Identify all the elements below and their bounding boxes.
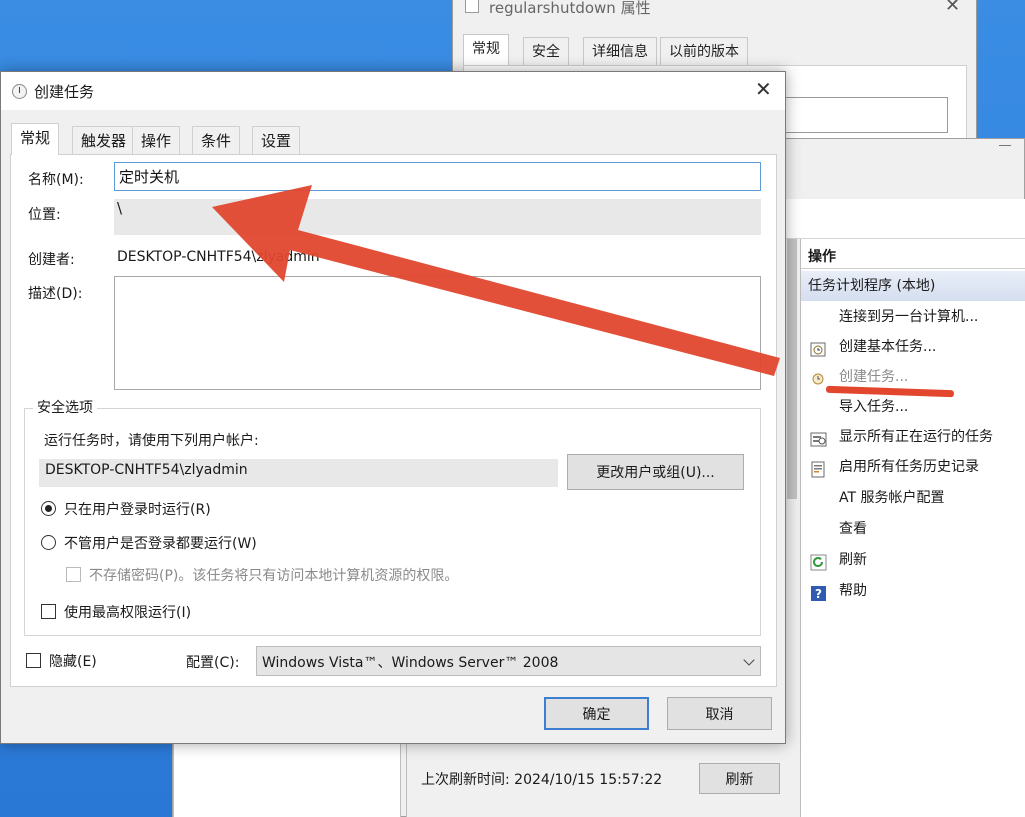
description-label: 描述(D): (28, 286, 83, 302)
action-label: 导入任务... (839, 399, 909, 415)
props-tab-security[interactable]: 安全 (523, 37, 569, 65)
dialog-title: 创建任务 (34, 83, 95, 101)
scheduler-tree-pane (173, 743, 401, 817)
action-label: 刷新 (839, 552, 867, 568)
location-label: 位置: (28, 207, 61, 223)
radio-logged-on[interactable] (41, 501, 56, 516)
action-label: 创建基本任务... (839, 339, 937, 355)
running-tasks-icon (810, 429, 827, 447)
action-label: 启用所有任务历史记录 (839, 459, 979, 475)
config-label: 配置(C): (186, 655, 240, 671)
action-label: 帮助 (839, 583, 867, 599)
actions-panel: 操作 任务计划程序 (本地) 连接到另一台计算机... 创建基本任务... 创建… (800, 239, 1025, 817)
create-task-dialog: 创建任务 ✕ 常规 触发器 操作 条件 设置 名称(M): 位置: \ 创建者:… (0, 71, 786, 744)
scrollbar[interactable] (784, 239, 800, 817)
props-tab-details[interactable]: 详细信息 (583, 37, 657, 65)
actions-header: 操作 (801, 245, 1025, 269)
security-options-legend: 安全选项 (33, 397, 97, 417)
basic-task-icon (810, 339, 827, 357)
action-enable-history[interactable]: 启用所有任务历史记录 (801, 452, 1025, 482)
chevron-down-icon (743, 654, 755, 666)
radio-whether-logged-on-label[interactable]: 不管用户是否登录都要运行(W) (64, 533, 257, 553)
help-icon: ? (810, 583, 827, 601)
location-field: \ (114, 199, 761, 235)
minimize-icon[interactable] (999, 145, 1011, 146)
scrollbar-thumb[interactable] (787, 239, 797, 499)
action-label: 显示所有正在运行的任务 (839, 429, 993, 445)
action-view[interactable]: 查看 (801, 514, 1025, 544)
description-input[interactable] (114, 276, 761, 390)
cancel-button[interactable]: 取消 (667, 697, 772, 730)
properties-field[interactable] (783, 97, 948, 133)
radio-whether-logged-on[interactable] (41, 535, 56, 550)
action-create-task[interactable]: 创建任务... (801, 362, 1025, 392)
action-label: AT 服务帐户配置 (839, 490, 945, 506)
name-label: 名称(M): (28, 172, 84, 188)
action-refresh[interactable]: 刷新 (801, 545, 1025, 575)
action-show-running[interactable]: 显示所有正在运行的任务 (801, 422, 1025, 452)
props-tab-previous-versions[interactable]: 以前的版本 (660, 37, 748, 65)
create-task-icon (810, 369, 827, 386)
hidden-label[interactable]: 隐藏(E) (49, 651, 97, 671)
file-icon (465, 0, 479, 13)
tab-general[interactable]: 常规 (11, 123, 60, 155)
dialog-titlebar (1, 72, 785, 110)
action-connect-computer[interactable]: 连接到另一台计算机... (801, 302, 1025, 332)
task-name-input[interactable] (114, 162, 761, 191)
svg-text:?: ? (815, 587, 822, 601)
action-label: 创建任务... (839, 369, 909, 385)
runas-user-field: DESKTOP-CNHTF54\zlyadmin (39, 459, 558, 487)
clock-icon (12, 84, 27, 99)
props-tab-general[interactable]: 常规 (463, 34, 509, 65)
action-create-basic-task[interactable]: 创建基本任务... (801, 332, 1025, 362)
close-icon[interactable]: ✕ (755, 77, 772, 101)
action-label: 连接到另一台计算机... (839, 309, 979, 325)
config-select[interactable]: Windows Vista™、Windows Server™ 2008 (256, 646, 761, 676)
tab-triggers[interactable]: 触发器 (72, 126, 136, 154)
tab-settings[interactable]: 设置 (252, 126, 301, 154)
history-icon (810, 459, 827, 478)
checkbox-no-store-password (66, 567, 81, 582)
refresh-icon (810, 552, 827, 571)
checkbox-highest-privileges[interactable] (41, 604, 56, 619)
actions-group-local[interactable]: 任务计划程序 (本地) (801, 271, 1025, 301)
tab-conditions[interactable]: 条件 (192, 126, 241, 154)
properties-window-title: regularshutdown 属性 (489, 0, 651, 17)
runas-label: 运行任务时，请使用下列用户帐户: (44, 433, 259, 449)
location-value: \ (117, 199, 123, 217)
author-label: 创建者: (28, 252, 75, 268)
close-icon[interactable]: ✕ (945, 0, 960, 16)
action-help[interactable]: ? 帮助 (801, 576, 1025, 606)
refresh-button[interactable]: 刷新 (699, 763, 780, 794)
checkbox-hidden[interactable] (26, 653, 41, 668)
highest-privileges-label[interactable]: 使用最高权限运行(I) (64, 602, 191, 622)
ok-button[interactable]: 确定 (544, 697, 649, 730)
no-store-password-label: 不存储密码(P)。该任务将只有访问本地计算机资源的权限。 (89, 568, 459, 584)
action-at-service[interactable]: AT 服务帐户配置 (801, 483, 1025, 513)
last-refresh-time: 上次刷新时间: 2024/10/15 15:57:22 (421, 772, 663, 788)
config-select-value: Windows Vista™、Windows Server™ 2008 (262, 655, 559, 671)
action-import-task[interactable]: 导入任务... (801, 392, 1025, 422)
action-label: 查看 (839, 521, 867, 537)
radio-logged-on-label[interactable]: 只在用户登录时运行(R) (64, 499, 211, 519)
change-user-button[interactable]: 更改用户或组(U)... (567, 454, 744, 490)
tab-actions[interactable]: 操作 (132, 126, 181, 154)
author-value: DESKTOP-CNHTF54\zlyadmin (117, 249, 320, 265)
